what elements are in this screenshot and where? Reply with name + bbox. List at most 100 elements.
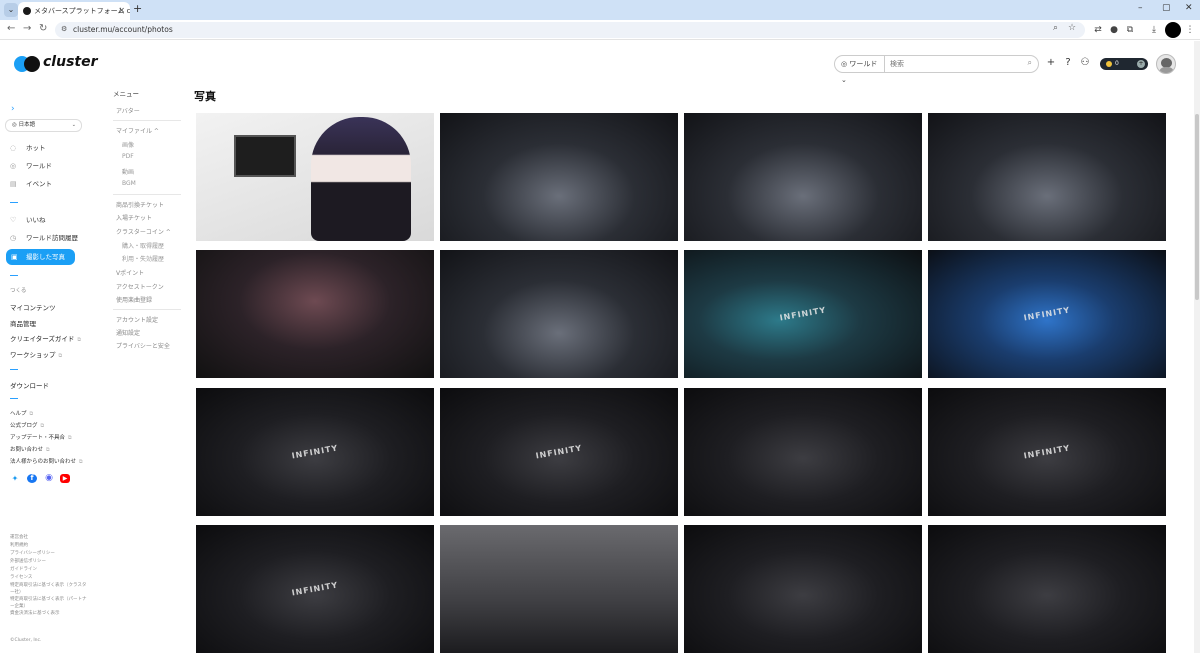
sidebar-link-corporate[interactable]: 法人様からのお問い合わせ ⧉ [10,457,83,465]
menu-item[interactable]: 商品引換チケット [116,200,164,209]
menu-item[interactable]: BGM [122,180,136,187]
photo-thumbnail[interactable]: INFINITY [684,250,922,378]
menu-item[interactable]: 購入・取得履歴 [122,241,164,250]
footer-link[interactable]: 外部送信ポリシー [10,558,46,564]
coin-add-icon[interactable]: + [1137,60,1145,68]
user-avatar[interactable] [1156,54,1176,74]
sidebar-item-photos[interactable]: ▣ 撮影した写真 [6,249,75,265]
forward-icon[interactable]: → [23,23,31,34]
sidebar-link-updates[interactable]: アップデート・不具合 ⧉ [10,433,72,441]
photo-thumbnail[interactable]: INFINITY [440,388,678,516]
discord-icon[interactable]: ◉ [44,474,54,483]
photo-thumbnail[interactable] [196,250,434,378]
site-info-icon[interactable]: ⚙ [61,25,71,35]
extension-icon[interactable]: ● [1108,24,1120,36]
footer-link[interactable]: 運営会社 [10,534,28,540]
download-icon[interactable]: ⤓ [1148,24,1160,36]
address-bar[interactable]: ⚙ cluster.mu/account/photos ⌕ ☆ [55,22,1085,38]
footer-link[interactable]: ライセンス [10,574,32,580]
sidebar-link-creators-guide[interactable]: クリエイターズガイド ⧉ [10,333,81,343]
menu-item[interactable]: アカウント設定 [116,315,158,324]
menu-item[interactable]: 画像 [122,140,134,149]
cluster-logo[interactable]: cluster [14,54,104,73]
sidebar-item-hot[interactable]: ◌ ホット [0,140,92,156]
sidebar-item-visit-history[interactable]: ◷ ワールド訪問履歴 [0,230,92,246]
maximize-icon[interactable]: ▢ [1162,3,1171,13]
photo-thumbnail[interactable]: INFINITY [928,388,1166,516]
photo-thumbnail[interactable] [684,388,922,516]
tab-search-icon[interactable]: ⌄ [4,3,18,17]
menu-item[interactable]: 使用楽曲登録 [116,295,152,304]
footer-link[interactable]: 資金決済法に基づく表示 [10,610,60,616]
coin-balance[interactable]: 0 + [1100,58,1148,70]
photo-thumbnail[interactable]: INFINITY [928,250,1166,378]
browser-menu-icon[interactable]: ⋮ [1184,24,1196,36]
sidebar-link-download[interactable]: ダウンロード [10,380,49,390]
photo-thumbnail[interactable] [684,113,922,241]
minimize-icon[interactable]: – [1138,3,1143,13]
sidebar-item-world[interactable]: ◎ ワールド [0,158,92,174]
bookmark-star-icon[interactable]: ☆ [1068,23,1076,33]
search-icon[interactable]: ⌕ [1028,58,1032,68]
language-select[interactable]: ◎ 日本語 ⌄ [5,119,82,132]
photo-thumbnail[interactable] [440,113,678,241]
scrollbar-thumb[interactable] [1195,114,1199,300]
menu-item[interactable]: アバター [116,106,140,115]
world-select[interactable]: ◎ ワールド ⌄ [835,56,885,84]
sidebar-link-products[interactable]: 商品管理 [10,318,36,328]
menu-item[interactable]: プライバシーと安全 [116,341,170,350]
menu-item[interactable]: 利用・失効履歴 [122,254,164,263]
footer-link[interactable]: プライバシーポリシー [10,550,55,556]
sidebar-expand-icon[interactable]: › [11,104,15,114]
menu-item[interactable]: 入場チケット [116,213,152,222]
window-close-icon[interactable]: ✕ [1185,3,1193,13]
footer-link[interactable]: 特定商取引法に基づく表示（パートナー企業） [10,596,90,610]
menu-heading: メニュー [113,90,139,98]
puzzle-icon[interactable]: ⧉ [1124,24,1136,36]
photo-thumbnail[interactable] [440,525,678,653]
sidebar-link-workshop[interactable]: ワークショップ ⧉ [10,349,62,359]
menu-item[interactable]: 動画 [122,167,134,176]
new-tab-icon[interactable]: + [133,2,142,15]
sidebar-link-contact[interactable]: お問い合わせ ⧉ [10,445,50,453]
translate-icon[interactable]: ⇄ [1092,24,1104,36]
create-plus-icon[interactable]: + [1045,57,1057,68]
photo-thumbnail[interactable]: INFINITY [196,525,434,653]
menu-item[interactable]: マイファイル ^ [116,126,159,135]
sidebar-link-my-contents[interactable]: マイコンテンツ [10,302,56,312]
external-link-icon: ⧉ [29,411,34,417]
photo-thumbnail[interactable]: INFINITY [196,388,434,516]
footer-link[interactable]: ガイドライン [10,566,37,572]
sidebar-link-blog[interactable]: 公式ブログ ⧉ [10,421,44,429]
help-icon[interactable]: ? [1062,57,1074,68]
photo-thumbnail[interactable] [440,250,678,378]
menu-item[interactable]: クラスターコイン ^ [116,227,171,236]
zoom-icon[interactable]: ⌕ [1053,23,1058,33]
menu-item[interactable]: アクセストークン [116,282,164,291]
twitter-icon[interactable]: ✦ [10,474,20,483]
photo-thumbnail[interactable] [928,113,1166,241]
browser-tab[interactable]: メタバースプラットフォーム cluster ✕ [18,2,130,20]
sidebar-link-help[interactable]: ヘルプ ⧉ [10,409,33,417]
back-icon[interactable]: ← [7,23,15,34]
tab-close-icon[interactable]: ✕ [118,2,125,20]
reload-icon[interactable]: ↻ [39,23,47,34]
friends-icon[interactable]: ⚇ [1079,57,1091,68]
sidebar-item-likes[interactable]: ♡ いいね [0,212,92,228]
profile-avatar[interactable] [1165,22,1181,38]
youtube-icon[interactable]: ▶ [60,474,70,483]
sidebar-item-event[interactable]: ▤ イベント [0,176,92,192]
menu-item[interactable]: Vポイント [116,268,144,277]
photo-thumbnail[interactable] [196,113,434,241]
footer-link[interactable]: 利用規約 [10,542,28,548]
search-input[interactable] [890,58,1020,70]
page-scrollbar[interactable] [1194,41,1200,653]
photo-thumbnail[interactable] [928,525,1166,653]
menu-item[interactable]: PDF [122,153,134,160]
menu-item[interactable]: 通知設定 [116,328,140,337]
facebook-icon[interactable]: f [27,474,37,483]
footer-link[interactable]: 特定商取引法に基づく表示（クラスター社） [10,582,90,596]
photo-thumbnail[interactable] [684,525,922,653]
heart-icon: ♡ [10,216,17,224]
external-link-icon: ⧉ [58,353,63,359]
